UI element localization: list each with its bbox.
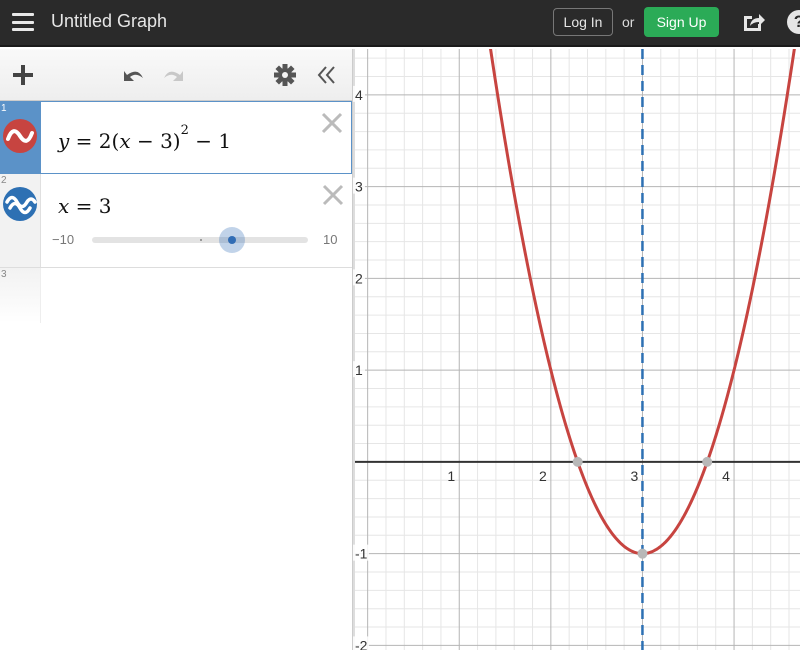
x-tick-label: 1 (447, 468, 455, 484)
slider-handle[interactable] (219, 227, 246, 253)
undo-button[interactable] (119, 63, 147, 87)
expression-index: 3 (1, 269, 7, 280)
expression-math[interactable]: x = 3 (58, 194, 111, 218)
parabola-curve (489, 49, 796, 556)
y-tick-label: 1 (355, 362, 363, 378)
expression-gutter: 1 (0, 102, 41, 173)
add-item-button[interactable] (10, 62, 36, 88)
y-tick-label: 2 (355, 270, 363, 286)
expression-gutter: 2 (0, 174, 41, 267)
math-tail: − 1 (188, 129, 232, 153)
expression-gutter: 3 (0, 268, 41, 323)
close-icon (322, 184, 344, 206)
expression-item-2[interactable]: 2 x = 3 −10 10 (0, 174, 352, 268)
expression-panel: 1 y = 2(x − 3)2 − 1 2 x = 3 −10 10 3 (0, 49, 353, 650)
axes (353, 49, 800, 650)
tick-labels: 123454321-1-2 (353, 85, 730, 650)
slider-zero-tick (200, 239, 202, 241)
or-label: or (622, 14, 635, 30)
y-tick-label: 4 (355, 87, 363, 103)
redo-icon (164, 71, 183, 81)
expression-index: 2 (1, 175, 7, 186)
point-x-intercept-left (572, 456, 583, 467)
signup-button[interactable]: Sign Up (644, 7, 719, 37)
delete-expression-button[interactable] (321, 112, 343, 134)
graph-svg[interactable]: 123454321-1-2 (353, 49, 800, 650)
expression-math[interactable]: y = 2(x − 3)2 − 1 (58, 123, 232, 153)
plus-icon (13, 65, 33, 85)
slider-min-label[interactable]: −10 (52, 232, 74, 247)
x-tick-label: 2 (539, 468, 547, 484)
top-bar: Untitled Graph Log In or Sign Up ? (0, 0, 800, 47)
slider-max-label[interactable]: 10 (323, 232, 337, 247)
menu-icon[interactable] (12, 13, 34, 31)
undo-icon (124, 71, 143, 81)
graph-canvas[interactable]: 123454321-1-2 (353, 49, 800, 650)
y-tick-label: -2 (355, 637, 368, 650)
help-icon[interactable]: ? (787, 10, 800, 34)
collapse-panel-button[interactable] (314, 62, 340, 88)
login-button[interactable]: Log In (553, 8, 613, 36)
math-eq: = 2( (69, 129, 120, 153)
point-vertex (637, 548, 648, 559)
math-mid: − 3) (130, 129, 181, 153)
math-x: x (58, 194, 70, 218)
expression-item-1[interactable]: 1 y = 2(x − 3)2 − 1 (0, 101, 352, 174)
math-rest: = 3 (69, 194, 112, 218)
math-exponent: 2 (180, 123, 189, 138)
slider-track[interactable] (92, 227, 308, 253)
close-icon (321, 112, 343, 134)
share-icon[interactable] (741, 11, 765, 33)
math-x: x (119, 129, 131, 153)
expression-item-3[interactable]: 3 (0, 268, 352, 323)
expression-toolbar (0, 49, 352, 101)
slider-wave-icon[interactable] (3, 187, 37, 221)
y-tick-label: -1 (355, 546, 368, 562)
plots (489, 49, 796, 650)
gear-icon (274, 64, 296, 86)
wave-icon[interactable] (3, 119, 37, 153)
math-y: y (58, 129, 70, 153)
x-tick-label: 4 (722, 468, 730, 484)
y-tick-label: 3 (355, 179, 363, 195)
minor-grid (353, 49, 800, 650)
expression-index: 1 (1, 103, 7, 114)
point-x-intercept-right (702, 456, 713, 467)
major-grid (353, 49, 800, 650)
redo-button[interactable] (160, 63, 188, 87)
x-tick-label: 3 (631, 468, 639, 484)
graph-title[interactable]: Untitled Graph (51, 11, 167, 32)
double-chevron-left-icon (317, 66, 335, 84)
slider-handle-dot (228, 236, 237, 244)
settings-button[interactable] (272, 62, 298, 88)
delete-expression-button[interactable] (322, 184, 344, 206)
